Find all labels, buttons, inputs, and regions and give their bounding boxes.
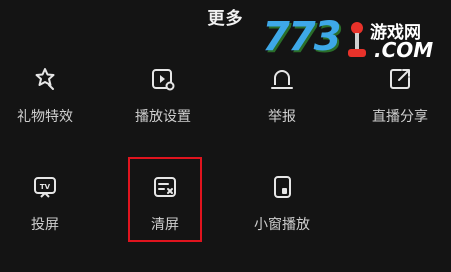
cast-screen-label: 投屏	[31, 217, 59, 233]
mini-window-button[interactable]: 小窗播放	[232, 172, 332, 234]
report-button[interactable]: 举报	[232, 64, 332, 126]
live-share-button[interactable]: 直播分享	[350, 64, 450, 126]
joystick-icon	[348, 22, 366, 57]
play-settings-button[interactable]: 播放设置	[113, 64, 213, 126]
share-icon	[385, 64, 415, 94]
highlight-box	[128, 157, 202, 242]
gift-effect-icon	[30, 64, 60, 94]
mini-window-label: 小窗播放	[254, 217, 310, 233]
gift-effect-label: 礼物特效	[17, 109, 73, 125]
live-share-label: 直播分享	[372, 109, 428, 125]
gift-effect-button[interactable]: 礼物特效	[0, 64, 95, 126]
play-settings-label: 播放设置	[135, 109, 191, 125]
watermark-site-en: .COM	[374, 38, 434, 62]
watermark-logo: 773 游戏网 .COM	[262, 14, 434, 66]
report-icon	[267, 64, 297, 94]
tv-cast-icon: TV	[30, 172, 60, 202]
svg-text:TV: TV	[40, 183, 51, 191]
report-label: 举报	[268, 109, 296, 125]
cast-screen-button[interactable]: TV 投屏	[0, 172, 95, 234]
play-settings-icon	[148, 64, 178, 94]
watermark-number: 773	[262, 14, 341, 60]
mini-window-icon	[267, 172, 297, 202]
